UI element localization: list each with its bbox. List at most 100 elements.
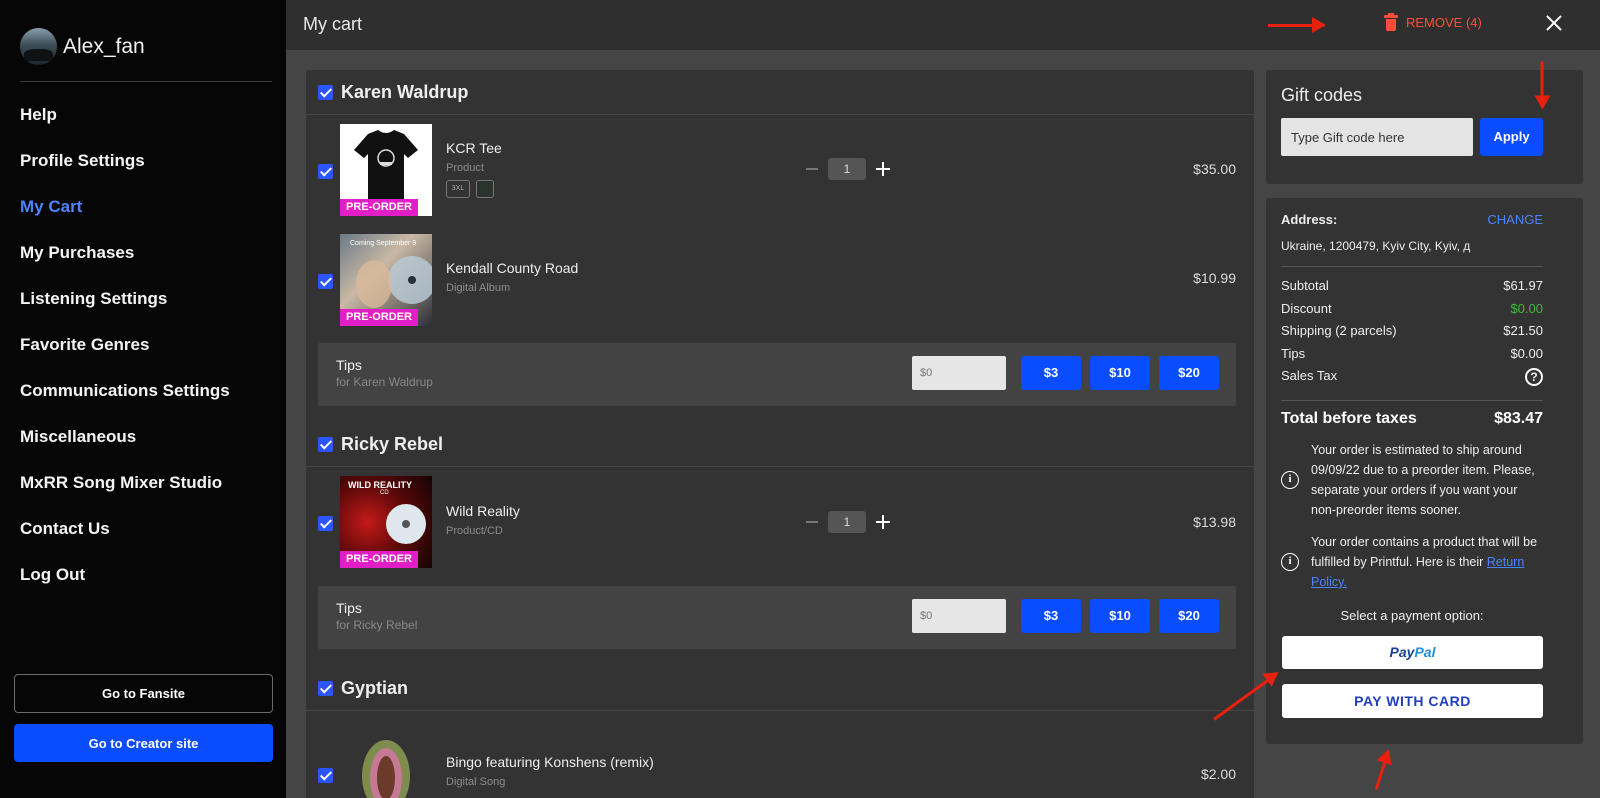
row-value: $21.50 <box>1503 323 1543 338</box>
sidebar-nav: Help Profile Settings My Cart My Purchas… <box>20 104 230 610</box>
row-value: $0.00 <box>1510 346 1543 361</box>
item-checkbox[interactable] <box>318 768 333 783</box>
annotation-arrow <box>1268 17 1326 33</box>
item-name: Kendall County Road <box>446 260 579 276</box>
item-price: $13.98 <box>1193 514 1236 530</box>
tip-3-button[interactable]: $3 <box>1021 599 1081 633</box>
cart-item: Bingo featuring Konshens (remix) Digital… <box>318 720 1236 798</box>
page-title: My cart <box>303 14 363 34</box>
album-caption: Coming September 9 <box>350 240 417 247</box>
size-chip: 3XL <box>446 180 470 198</box>
sidebar-item-listening-settings[interactable]: Listening Settings <box>20 288 230 334</box>
tips-row: Tips for Ricky Rebel $3 $10 $20 <box>318 586 1236 649</box>
gift-code-input[interactable] <box>1281 118 1473 156</box>
tips-subtitle: for Ricky Rebel <box>336 618 418 632</box>
app-root: Alex_fan Help Profile Settings My Cart M… <box>0 0 1600 798</box>
seller-checkbox[interactable] <box>318 85 333 100</box>
change-address-link[interactable]: CHANGE <box>1487 212 1543 227</box>
row-label: Tips <box>1281 346 1306 361</box>
item-price: $2.00 <box>1200 766 1236 782</box>
row-label: Discount <box>1281 301 1332 316</box>
trash-icon <box>1384 13 1398 31</box>
seller-name: Ricky Rebel <box>341 434 444 454</box>
sidebar-item-communications-settings[interactable]: Communications Settings <box>20 380 230 426</box>
item-checkbox[interactable] <box>318 274 333 289</box>
sidebar-item-my-purchases[interactable]: My Purchases <box>20 242 230 288</box>
seller-header: Karen Waldrup <box>318 82 468 103</box>
sidebar-item-profile-settings[interactable]: Profile Settings <box>20 150 230 196</box>
tip-3-button[interactable]: $3 <box>1021 356 1081 390</box>
sidebar-item-my-cart[interactable]: My Cart <box>20 196 230 242</box>
divider <box>1281 266 1543 267</box>
tip-amount-input[interactable] <box>912 356 1006 390</box>
song-art <box>362 740 410 798</box>
sidebar-item-favorite-genres[interactable]: Favorite Genres <box>20 334 230 380</box>
item-checkbox[interactable] <box>318 516 333 531</box>
tip-20-button[interactable]: $20 <box>1159 356 1219 390</box>
album-thumbnail[interactable]: Coming September 9 PRE-ORDER <box>340 234 432 326</box>
divider <box>306 710 1254 711</box>
help-question-icon[interactable]: ? <box>1525 368 1543 386</box>
address-value: Ukraine, 1200479, Kyiv City, Kyiv, д <box>1281 239 1471 253</box>
close-icon[interactable] <box>1542 11 1566 35</box>
sales-tax-row: Sales Tax ? <box>1281 368 1543 386</box>
quantity-value: 1 <box>828 511 866 533</box>
sidebar-item-log-out[interactable]: Log Out <box>20 564 230 610</box>
minus-icon[interactable] <box>806 168 818 170</box>
plus-icon[interactable] <box>876 162 890 176</box>
shipping-row: Shipping (2 parcels) $21.50 <box>1281 323 1543 338</box>
apply-button[interactable]: Apply <box>1480 118 1543 156</box>
total-row: Total before taxes $83.47 <box>1281 410 1543 428</box>
sidebar-item-contact-us[interactable]: Contact Us <box>20 518 230 564</box>
go-to-creator-site-button[interactable]: Go to Creator site <box>14 724 273 762</box>
product-thumbnail[interactable]: PRE-ORDER <box>340 124 432 216</box>
remove-button[interactable]: REMOVE (4) <box>1384 13 1482 31</box>
seller-checkbox[interactable] <box>318 437 333 452</box>
tip-10-button[interactable]: $10 <box>1090 599 1150 633</box>
cart-items-panel: Karen Waldrup PRE-ORDER KCR Tee Product … <box>306 70 1254 798</box>
row-value: $0.00 <box>1510 301 1543 316</box>
seller-checkbox[interactable] <box>318 681 333 696</box>
total-value: $83.47 <box>1494 410 1543 427</box>
info-icon: i <box>1281 553 1299 571</box>
divider <box>306 114 1254 115</box>
item-checkbox[interactable] <box>318 164 333 179</box>
profile[interactable]: Alex_fan <box>20 28 145 65</box>
cd-thumbnail[interactable]: WILD REALITY CD PRE-ORDER <box>340 476 432 568</box>
sidebar-item-help[interactable]: Help <box>20 104 230 150</box>
item-type: Digital Song <box>446 776 506 788</box>
payment-option-label: Select a payment option: <box>1340 608 1484 623</box>
item-name: Bingo featuring Konshens (remix) <box>446 754 654 770</box>
paypal-button[interactable]: PayPal <box>1282 636 1543 669</box>
gift-codes-panel: Gift codes Apply <box>1266 70 1583 184</box>
tips-title: Tips <box>336 600 362 616</box>
cd-format: CD <box>380 490 389 496</box>
divider <box>1281 400 1543 401</box>
seller-name: Karen Waldrup <box>341 82 469 102</box>
total-label: Total before taxes <box>1281 410 1417 427</box>
paypal-logo-pay: Pay <box>1389 644 1415 660</box>
tip-20-button[interactable]: $20 <box>1159 599 1219 633</box>
tip-10-button[interactable]: $10 <box>1090 356 1150 390</box>
item-price: $10.99 <box>1193 270 1236 286</box>
item-name: Wild Reality <box>446 503 520 519</box>
cart-main: My cart REMOVE (4) Karen Waldrup PRE-ORD… <box>286 0 1600 798</box>
quantity-stepper: 1 <box>806 158 890 180</box>
minus-icon[interactable] <box>806 521 818 523</box>
song-thumbnail[interactable] <box>340 720 432 798</box>
row-label: Sales Tax <box>1281 368 1338 383</box>
item-name: KCR Tee <box>446 140 502 156</box>
cart-header: My cart REMOVE (4) <box>286 0 1600 50</box>
cart-item: PRE-ORDER KCR Tee Product 3XL 1 $35.00 <box>318 124 1236 216</box>
sidebar-item-miscellaneous[interactable]: Miscellaneous <box>20 426 230 472</box>
plus-icon[interactable] <box>876 515 890 529</box>
sidebar-item-song-mixer-studio[interactable]: MxRR Song Mixer Studio <box>20 472 230 518</box>
preorder-badge: PRE-ORDER <box>340 551 418 568</box>
tip-amount-input[interactable] <box>912 599 1006 633</box>
sidebar-divider <box>20 81 272 82</box>
order-summary-panel: Address: CHANGE Ukraine, 1200479, Kyiv C… <box>1266 198 1583 744</box>
discount-row: Discount $0.00 <box>1281 301 1543 316</box>
go-to-fansite-button[interactable]: Go to Fansite <box>14 674 273 713</box>
pay-with-card-button[interactable]: PAY WITH CARD <box>1282 684 1543 718</box>
info-icon: i <box>1281 471 1299 489</box>
